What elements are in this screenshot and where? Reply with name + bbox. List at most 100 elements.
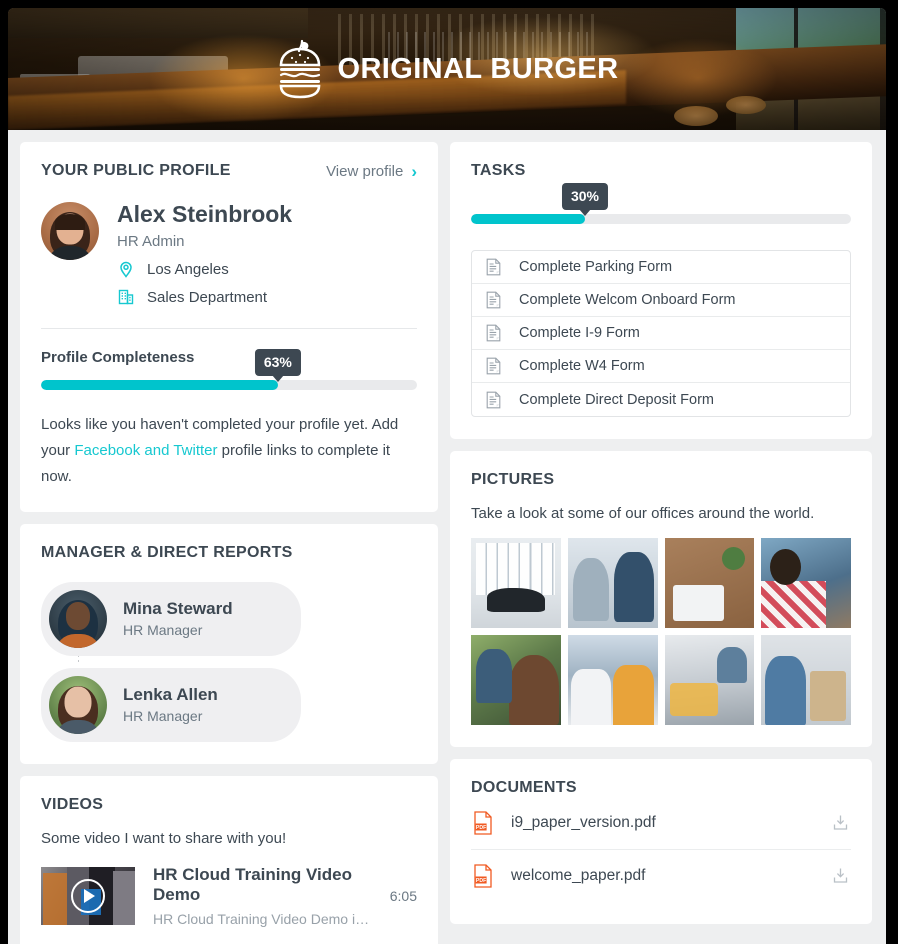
- task-list-item[interactable]: Complete Direct Deposit Form: [472, 383, 850, 416]
- app-viewport: ORIGINAL BURGER YOUR PUBLIC PROFILE View…: [8, 8, 886, 944]
- picture-thumbnail[interactable]: [567, 634, 658, 725]
- completeness-progress: 63%: [41, 349, 417, 391]
- video-meta: HR Cloud Training Video Demo HR Cloud Tr…: [153, 865, 372, 927]
- avatar[interactable]: [41, 202, 99, 260]
- task-list-item[interactable]: Complete Parking Form: [472, 251, 850, 284]
- pictures-title: PICTURES: [471, 471, 555, 488]
- profile-divider: [41, 328, 417, 330]
- tasks-title: TASKS: [471, 162, 526, 179]
- report-name: Lenka Allen: [123, 685, 218, 705]
- dashboard-grid: YOUR PUBLIC PROFILE View profile › Alex: [8, 130, 886, 944]
- task-label: Complete Parking Form: [519, 259, 673, 275]
- burger-icon: [279, 39, 320, 99]
- task-list: Complete Parking Form Complete Welcom Onb…: [471, 250, 851, 417]
- public-profile-card: YOUR PUBLIC PROFILE View profile › Alex: [20, 142, 438, 512]
- document-icon: [486, 258, 501, 276]
- document-icon: [486, 357, 501, 375]
- chevron-right-icon: ›: [411, 161, 417, 181]
- document-row[interactable]: PDF i9_paper_version.pdf: [471, 797, 851, 850]
- picture-thumbnail[interactable]: [471, 538, 561, 628]
- download-icon[interactable]: [832, 867, 849, 884]
- document-icon: [486, 291, 501, 309]
- document-row[interactable]: PDF welcome_paper.pdf: [471, 850, 851, 902]
- report-info: Mina Steward HR Manager: [123, 599, 233, 638]
- report-role: HR Manager: [123, 622, 203, 639]
- pictures-card: PICTURES Take a look at some of our offi…: [450, 451, 872, 747]
- tasks-progress: 30%: [471, 183, 851, 224]
- document-icon: [486, 324, 501, 342]
- profile-identity: Alex Steinbrook HR Admin Los Angeles Sal…: [41, 201, 417, 306]
- completeness-fill: [41, 380, 278, 391]
- manager-reports-card: MANAGER & DIRECT REPORTS Mina Steward HR…: [20, 523, 438, 764]
- report-name: Mina Steward: [123, 599, 233, 619]
- map-pin-icon: [117, 260, 135, 279]
- documents-title: DOCUMENTS: [471, 778, 577, 796]
- list-item[interactable]: Lenka Allen HR Manager: [41, 667, 301, 742]
- social-links-link[interactable]: Facebook and Twitter: [74, 442, 217, 459]
- picture-thumbnail[interactable]: [471, 634, 561, 725]
- video-thumbnail[interactable]: [41, 866, 135, 925]
- picture-thumbnail[interactable]: [664, 538, 755, 628]
- profile-name: Alex Steinbrook: [117, 201, 293, 227]
- task-list-item[interactable]: Complete I-9 Form: [472, 317, 850, 350]
- video-title: HR Cloud Training Video Demo: [153, 864, 352, 904]
- videos-title: VIDEOS: [41, 795, 104, 813]
- task-label: Complete W4 Form: [519, 358, 645, 374]
- picture-thumbnail[interactable]: [761, 634, 851, 725]
- videos-card: VIDEOS Some video I want to share with y…: [20, 775, 438, 944]
- manager-reports-title: MANAGER & DIRECT REPORTS: [41, 543, 293, 561]
- avatar[interactable]: [49, 675, 107, 734]
- list-item[interactable]: Mina Steward HR Manager: [41, 581, 301, 656]
- building-icon: [117, 288, 135, 306]
- avatar[interactable]: [49, 589, 107, 648]
- videos-lead: Some video I want to share with you!: [41, 829, 287, 847]
- play-icon[interactable]: [71, 878, 105, 913]
- tasks-track: [471, 214, 851, 224]
- download-icon[interactable]: [832, 814, 849, 831]
- brand-name: ORIGINAL BURGER: [337, 52, 619, 85]
- task-label: Complete Welcom Onboard Form: [519, 292, 736, 308]
- report-list: Mina Steward HR Manager Lenka Allen HR M…: [41, 581, 417, 742]
- profile-details: Alex Steinbrook HR Admin Los Angeles Sal…: [117, 201, 293, 306]
- right-column: TASKS 30% Complete Parking Form Complete …: [450, 142, 872, 924]
- public-profile-title: YOUR PUBLIC PROFILE: [41, 162, 231, 179]
- document-name: welcome_paper.pdf: [511, 866, 646, 884]
- picture-thumbnail[interactable]: [761, 538, 851, 628]
- task-label: Complete I-9 Form: [519, 325, 640, 341]
- completeness-label: Profile Completeness: [41, 349, 195, 367]
- report-info: Lenka Allen HR Manager: [123, 685, 218, 724]
- company-banner: ORIGINAL BURGER: [8, 8, 886, 130]
- document-icon: [486, 391, 501, 409]
- document-list: PDF i9_paper_version.pdf PDF welcome_paper.…: [471, 797, 851, 902]
- public-profile-header: YOUR PUBLIC PROFILE View profile ›: [41, 162, 417, 180]
- pictures-lead: Take a look at some of our offices aroun…: [471, 505, 815, 522]
- view-profile-link[interactable]: View profile ›: [326, 163, 417, 180]
- device-frame: ORIGINAL BURGER YOUR PUBLIC PROFILE View…: [0, 0, 898, 944]
- brand-lockup: ORIGINAL BURGER: [8, 38, 886, 100]
- profile-location: Los Angeles: [147, 260, 229, 278]
- video-duration: 6:05: [389, 887, 417, 904]
- profile-department: Sales Department: [147, 288, 268, 306]
- report-role: HR Manager: [123, 708, 203, 725]
- picture-thumbnail[interactable]: [567, 538, 658, 628]
- profile-note-line1: Looks like you haven't completed your pr…: [41, 416, 369, 434]
- view-profile-label: View profile: [326, 162, 404, 180]
- profile-role: HR Admin: [117, 233, 185, 251]
- tasks-progress-badge: 30%: [561, 183, 609, 216]
- svg-text:PDF: PDF: [476, 878, 486, 884]
- task-list-item[interactable]: Complete Welcom Onboard Form: [472, 284, 850, 317]
- profile-note: Looks like you haven't completed your pr…: [41, 412, 417, 489]
- documents-card: DOCUMENTS PDF i9_paper_version.pdf PDF welc…: [450, 758, 872, 924]
- tasks-fill: [471, 214, 585, 224]
- video-list-item[interactable]: HR Cloud Training Video Demo HR Cloud Tr…: [41, 865, 417, 927]
- picture-grid: [471, 538, 851, 725]
- completeness-badge: 63%: [254, 349, 301, 383]
- tasks-card: TASKS 30% Complete Parking Form Complete …: [450, 142, 872, 439]
- picture-thumbnail[interactable]: [664, 634, 755, 725]
- completeness-track: [41, 380, 417, 391]
- left-column: YOUR PUBLIC PROFILE View profile › Alex: [20, 142, 438, 944]
- video-description: HR Cloud Training Video Demo is a short …: [153, 910, 372, 927]
- profile-location-row: Los Angeles: [117, 260, 292, 279]
- task-list-item[interactable]: Complete W4 Form: [472, 350, 850, 383]
- svg-text:PDF: PDF: [476, 825, 486, 831]
